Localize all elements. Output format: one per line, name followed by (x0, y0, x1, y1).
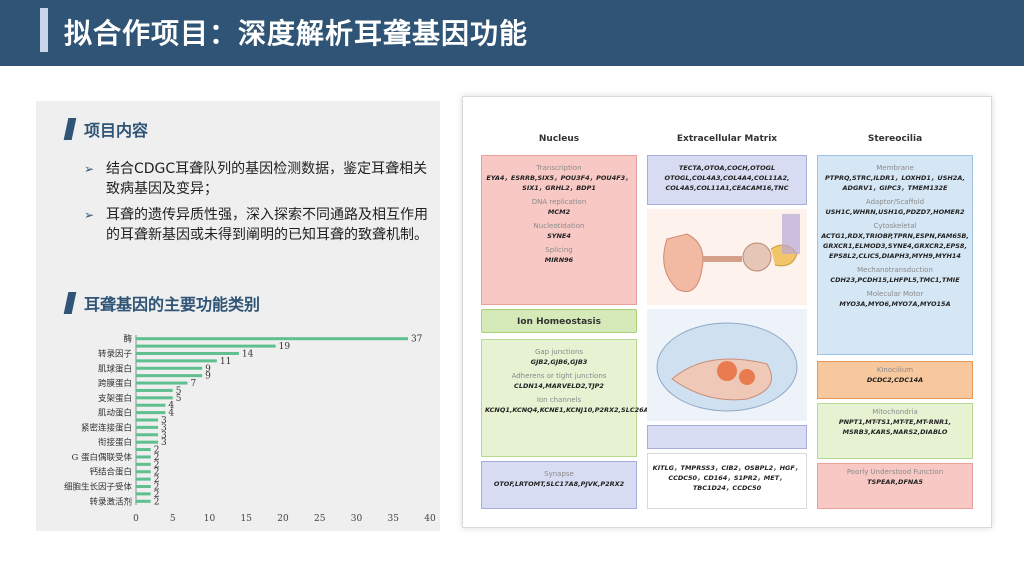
section-heading-content: 项目内容 (63, 117, 149, 141)
chart-data-label: 2 (154, 497, 160, 507)
chart-bar (136, 411, 166, 415)
chart-category-label: 肌动蛋白 (98, 408, 132, 419)
column-header-nucleus: Nucleus (538, 134, 580, 144)
bullet-item: 结合CDGC耳聋队列的基因检测数据，鉴定耳聋相关致病基因及变异； (84, 159, 429, 199)
ion-homeostasis-header: Ion Homeostasis (481, 309, 637, 333)
chart-bar (136, 374, 203, 378)
heading-marker (63, 118, 77, 140)
x-tick-label: 5 (170, 514, 176, 524)
bullet-list: 结合CDGC耳聋队列的基因检测数据，鉴定耳聋相关致病基因及变异； 耳聋的遗传异质… (84, 159, 429, 251)
page-title: 拟合作项目：深度解析耳聋基因功能 (64, 17, 529, 50)
content-panel: 项目内容 结合CDGC耳聋队列的基因检测数据，鉴定耳聋相关致病基因及变异； 耳聋… (36, 101, 440, 531)
x-tick-label: 15 (241, 514, 253, 524)
chart-bar (136, 433, 159, 437)
chart-bar (136, 499, 151, 503)
chart-data-label: 19 (279, 342, 291, 352)
x-tick-label: 35 (388, 514, 400, 524)
chart-bar (136, 344, 276, 348)
section-heading-chart: 耳聋基因的主要功能类别 (63, 291, 261, 315)
chart-bar (136, 425, 159, 429)
chart-bar (136, 477, 151, 481)
kinocilium-box: Kinocilium DCDC2,CDC14A (817, 361, 973, 399)
chart-data-label: 37 (411, 335, 423, 345)
section-title: 耳聋基因的主要功能类别 (84, 295, 261, 314)
chart-bar (136, 418, 159, 422)
stereocilia-box: Membrane PTPRQ,STRC,ILDR1，LOXHD1，USH2A, … (817, 155, 973, 355)
header-accent (40, 8, 48, 52)
chart-data-label: 11 (220, 357, 231, 367)
chart-data-label: 14 (242, 349, 254, 359)
chart-category-label: 衔接蛋白 (98, 437, 132, 448)
misc-header-box (647, 425, 807, 449)
synapse-box: Synapse OTOF,LRTOMT,SLC17A8,PJVK,P2RX2 (481, 461, 637, 509)
chart-bar (136, 381, 188, 385)
chart-bar (136, 462, 151, 466)
gene-function-diagram: Nucleus Extracellular Matrix Stereocilia… (462, 96, 992, 528)
chart-bar (136, 448, 151, 452)
x-tick-label: 40 (424, 514, 436, 524)
chart-category-label: 转录激活剂 (89, 496, 132, 507)
bullet-item: 耳聋的遗传异质性强，深入探索不同通路及相互作用的耳聋新基因或未得到阐明的已知耳聋… (84, 205, 429, 245)
chart-category-label: 酶 (123, 334, 132, 345)
x-tick-label: 0 (133, 514, 139, 524)
chart-data-label: 7 (190, 379, 196, 389)
chart-bar (136, 337, 408, 341)
chart-bar (136, 366, 203, 370)
nucleus-box: Transcription EYA4，ESRRB,SIX5，POU3F4，POU… (481, 155, 637, 305)
mitochondria-box: Mitochondria PNPT1,MT-TS1,MT-TE,MT-RNR1,… (817, 403, 973, 459)
x-tick-label: 20 (277, 514, 289, 524)
chart-bar (136, 455, 151, 459)
chart-bar (136, 396, 173, 400)
chart-bar (136, 351, 239, 355)
poorly-understood-box: Poorly Understood Function TSPEAR,DFNA5 (817, 463, 973, 509)
chart-bar (136, 470, 151, 474)
x-tick-label: 25 (314, 514, 326, 524)
chart-category-label: 跨膜蛋白 (98, 378, 132, 389)
chart-category-label: G 蛋白偶联受体 (72, 452, 133, 463)
ear-anatomy-illustration (647, 209, 807, 305)
chart-bar (136, 492, 151, 496)
ecm-genes-box: TECTA,OTOA,COCH,OTOGL OTOGL,COL4A3,COL4A… (647, 155, 807, 205)
gene-category-chart: 37 酶 19 14 转录因子 11 9 肌球蛋白 9 7 跨膜蛋白 5 5 支架蛋白 4 4 肌动蛋白 3 3 紧密… (36, 327, 440, 531)
chart-data-label: 3 (161, 438, 167, 448)
x-tick-label: 10 (204, 514, 216, 524)
chart-category-label: 转录因子 (98, 348, 133, 359)
chart-data-label: 5 (176, 394, 182, 404)
chart-data-label: 9 (205, 372, 211, 382)
section-title: 项目内容 (84, 121, 149, 140)
chart-bar (136, 485, 151, 489)
cochlea-cross-section-illustration (647, 309, 807, 421)
bar-chart-svg: 37酶1914转录因子119肌球蛋白97跨膜蛋白55支架蛋白44肌动蛋白33紧密… (64, 334, 436, 524)
chart-category-label: 肌球蛋白 (98, 363, 132, 374)
chart-category-label: 钙结合蛋白 (89, 467, 132, 478)
heading-marker (63, 292, 77, 314)
chart-bar (136, 359, 217, 363)
chart-bar (136, 403, 166, 407)
chart-category-label: 细胞生长因子受体 (64, 482, 133, 493)
ion-homeostasis-box: Gap junctions GJB2,GJB6,GJB3 Adherens or… (481, 339, 711, 457)
column-header-ecm: Extracellular Matrix (676, 134, 778, 144)
chart-bar (136, 440, 159, 444)
column-header-stereocilia: Stereocilia (867, 134, 923, 144)
chart-category-label: 支架蛋白 (98, 393, 132, 404)
header-bar: 拟合作项目：深度解析耳聋基因功能 (0, 0, 1024, 66)
chart-data-label: 4 (168, 409, 174, 419)
chart-category-label: 紧密连接蛋白 (81, 422, 132, 433)
x-tick-label: 30 (351, 514, 363, 524)
chart-bar (136, 388, 173, 392)
misc-genes-box: KITLG，TMPRSS3，CIB2，OSBPL2，HGF，CCDC50，CD1… (647, 453, 807, 509)
